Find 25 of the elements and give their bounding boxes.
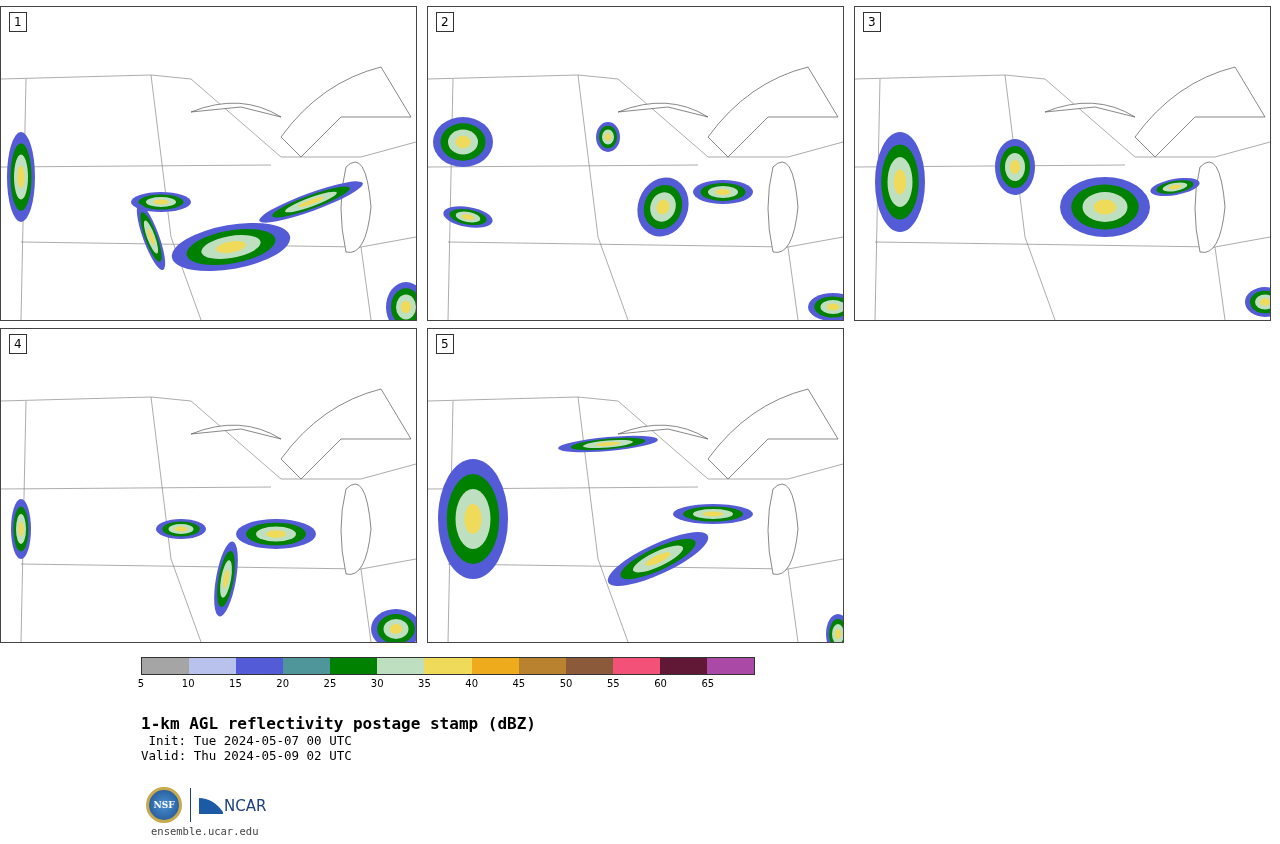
panel-number: 2 — [436, 12, 454, 32]
tick-label: 50 — [559, 678, 573, 690]
tick-label: 20 — [276, 678, 290, 690]
logo-text: NCAR — [224, 799, 267, 814]
tick-label: 10 — [181, 678, 195, 690]
time-label: Init: Tue 2024-05-07 00 UTC — [148, 733, 352, 748]
panel-number: 3 — [863, 12, 881, 32]
seal-logo: NSF — [146, 787, 182, 823]
chart-title: 1-km AGL reflectivity postage stamp (dBZ) — [141, 715, 537, 733]
tick-label: 45 — [512, 678, 526, 690]
swoosh-icon — [199, 796, 223, 814]
panel-number: 5 — [436, 334, 454, 354]
panel-number: 1 — [9, 12, 27, 32]
site-url: ensemble.ucar.edu — [151, 825, 260, 838]
tick-label: 55 — [607, 678, 620, 690]
panel-number: 4 — [9, 334, 27, 354]
tick-label: 40 — [465, 678, 478, 690]
tick-label: 25 — [323, 678, 337, 690]
tick-label: 30 — [370, 678, 384, 690]
tick-label: 15 — [229, 678, 242, 690]
tick-label: 65 — [701, 678, 715, 690]
tick-label: 35 — [418, 678, 431, 690]
tick-label: 5 — [137, 678, 145, 690]
time-label: Valid: Thu 2024-05-09 02 UTC — [141, 748, 352, 763]
tick-label: 60 — [654, 678, 667, 690]
